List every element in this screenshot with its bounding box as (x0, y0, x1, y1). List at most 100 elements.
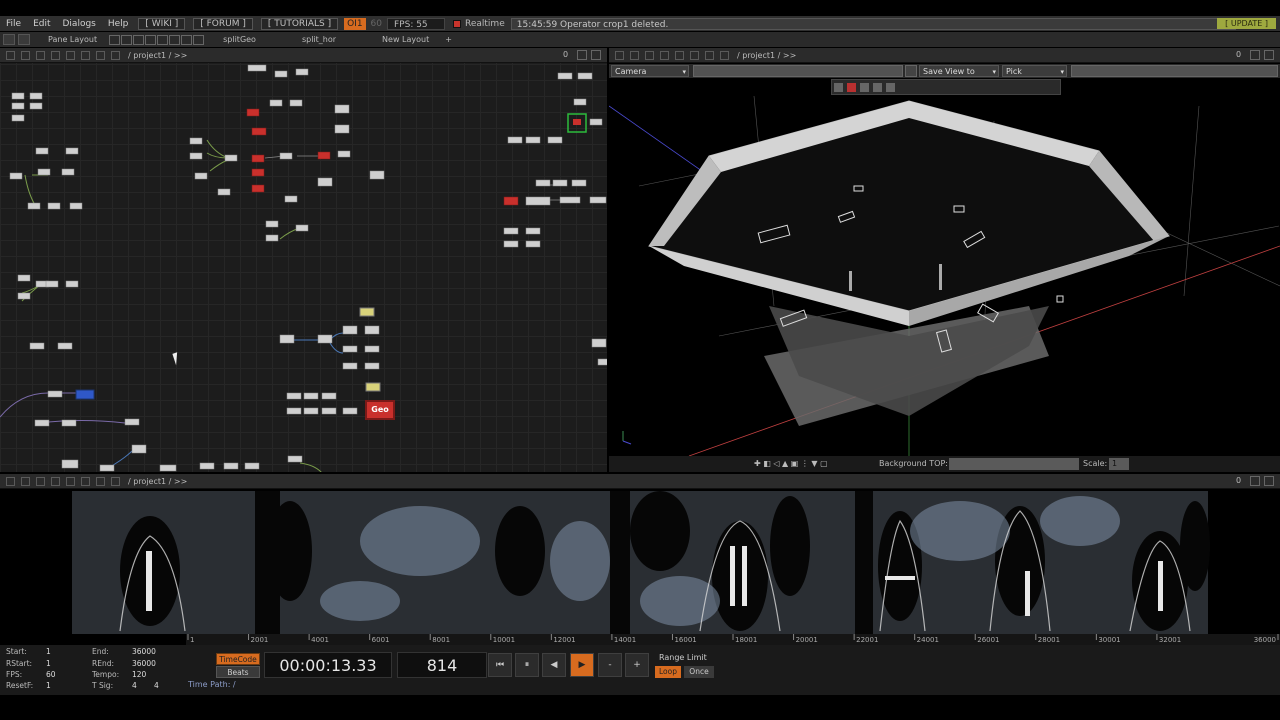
texture-maximize-icon[interactable] (1250, 476, 1260, 486)
timeline-tick-label: 14001 (614, 636, 636, 644)
network-maximize-icon[interactable] (577, 50, 587, 60)
tsig-denominator[interactable]: 4 (154, 681, 159, 690)
realtime-checkbox[interactable] (453, 19, 461, 28)
update-button[interactable]: [ UPDATE ] (1217, 18, 1276, 29)
oi-badge[interactable]: OI1 (344, 17, 366, 30)
viewer-pin-icon[interactable] (1264, 50, 1274, 60)
back-icon[interactable] (36, 50, 45, 60)
star-icon[interactable] (96, 476, 105, 486)
tab-split-hor[interactable]: split_hor (294, 34, 344, 46)
add-icon[interactable] (886, 83, 895, 92)
camera-icon[interactable] (834, 83, 843, 92)
home-icon[interactable] (111, 476, 120, 486)
texture-path[interactable]: / project1 / >> (128, 477, 187, 486)
save-view-label: Save View to (923, 67, 975, 76)
forward-icon[interactable] (51, 476, 60, 486)
add-icon[interactable] (81, 50, 90, 60)
stop-icon[interactable] (630, 50, 639, 60)
tempo-label: Tempo: (92, 670, 120, 679)
network-pin-icon[interactable] (591, 50, 601, 60)
fps-value[interactable]: 60 (46, 670, 56, 679)
menu-file[interactable]: File (0, 19, 27, 29)
pause-button[interactable]: ⏸ (515, 653, 539, 677)
viewer-path[interactable]: / project1 / >> (737, 51, 796, 60)
up-icon[interactable] (66, 50, 75, 60)
add-layout-button[interactable]: + (437, 34, 460, 46)
camera-field[interactable] (693, 65, 903, 77)
brush-icon[interactable] (873, 83, 882, 92)
play-button[interactable]: ▶ (570, 653, 594, 677)
select-icon[interactable] (847, 83, 856, 92)
up-icon[interactable] (675, 50, 684, 60)
beats-button[interactable]: Beats (216, 666, 260, 678)
forum-link[interactable]: [ FORUM ] (193, 17, 253, 30)
stop-icon[interactable] (21, 50, 30, 60)
pick-dropdown[interactable]: Pick ▾ (1002, 65, 1067, 77)
viewer-options-bar: Camera ▾ Save View to ▾ Pick ▾ (609, 64, 1280, 78)
network-path[interactable]: / project1 / >> (128, 51, 187, 60)
tab-splitgeo[interactable]: splitGeo (215, 34, 264, 46)
star-icon[interactable] (705, 50, 714, 60)
resetf-value[interactable]: 1 (46, 681, 51, 690)
timecode-button[interactable]: TimeCode (216, 653, 260, 665)
rstart-value[interactable]: 1 (46, 659, 51, 668)
start-value[interactable]: 1 (46, 647, 51, 656)
tempo-value[interactable]: 120 (132, 670, 146, 679)
geo-node[interactable]: Geo (365, 400, 395, 420)
tsig-numerator[interactable]: 4 (132, 681, 137, 690)
home-icon[interactable] (111, 50, 120, 60)
add-icon[interactable] (81, 476, 90, 486)
menu-icon[interactable] (615, 50, 624, 60)
tutorials-link[interactable]: [ TUTORIALS ] (260, 17, 339, 30)
camera-picker-icon[interactable] (905, 65, 917, 77)
step-back-button[interactable]: - (598, 653, 622, 677)
texture-pin-icon[interactable] (1264, 476, 1274, 486)
rend-value[interactable]: 36000 (132, 659, 156, 668)
texture-viewer[interactable]: / project1 / >> 0 (0, 474, 1280, 634)
step-forward-button[interactable]: + (625, 653, 649, 677)
texture-toolbar: / project1 / >> 0 (0, 474, 1280, 489)
viewer-maximize-icon[interactable] (1250, 50, 1260, 60)
back-icon[interactable] (645, 50, 654, 60)
pane-layout-label: Pane Layout (48, 34, 98, 44)
save-view-dropdown[interactable]: Save View to ▾ (919, 65, 999, 77)
network-graph[interactable] (0, 63, 607, 472)
rewind-button[interactable]: ⏮ (488, 653, 512, 677)
scale-field[interactable]: 1 (1109, 458, 1129, 470)
loop-button[interactable]: Loop (655, 666, 681, 678)
timeline-tick-label: 30001 (1098, 636, 1120, 644)
camera-dropdown[interactable]: Camera ▾ (611, 65, 689, 77)
geometry-viewer[interactable]: / project1 / >> 0 Camera ▾ Save View to ▾ … (609, 48, 1280, 472)
wiki-link[interactable]: [ WIKI ] (138, 17, 186, 30)
menu-help[interactable]: Help (102, 19, 135, 29)
network-editor[interactable]: / project1 / >> 0 Geo (0, 48, 607, 472)
end-value[interactable]: 36000 (132, 647, 156, 656)
tab-new-layout[interactable]: New Layout (374, 34, 437, 46)
add-icon[interactable] (690, 50, 699, 60)
transform-icon[interactable] (860, 83, 869, 92)
menu-icon[interactable] (6, 476, 15, 486)
forward-icon[interactable] (660, 50, 669, 60)
viewer-tool-icons[interactable]: ✚ ◧ ◁ ▲ ▣ ⋮ ▼ ▢ (754, 459, 828, 468)
up-icon[interactable] (66, 476, 75, 486)
star-icon[interactable] (96, 50, 105, 60)
once-button[interactable]: Once (684, 666, 714, 678)
viewport-3d[interactable] (609, 96, 1280, 456)
layout-icon[interactable] (3, 34, 15, 45)
background-top-field[interactable] (949, 458, 1079, 470)
menu-dialogs[interactable]: Dialogs (57, 19, 102, 29)
pick-field[interactable] (1071, 65, 1278, 77)
forward-icon[interactable] (51, 50, 60, 60)
menu-icon[interactable] (6, 50, 15, 60)
back-icon[interactable] (36, 476, 45, 486)
timecode-display[interactable]: 00:00:13.33 (264, 652, 392, 678)
time-path[interactable]: Time Path: / (188, 680, 236, 689)
frame-display[interactable]: 814 (397, 652, 487, 678)
layout-grid-buttons[interactable] (109, 34, 205, 45)
menu-edit[interactable]: Edit (27, 19, 56, 29)
stop-icon[interactable] (21, 476, 30, 486)
wrench-icon[interactable] (18, 34, 30, 45)
home-icon[interactable] (720, 50, 729, 60)
realtime-toggle[interactable]: Realtime (453, 19, 505, 29)
reverse-button[interactable]: ◀ (542, 653, 566, 677)
